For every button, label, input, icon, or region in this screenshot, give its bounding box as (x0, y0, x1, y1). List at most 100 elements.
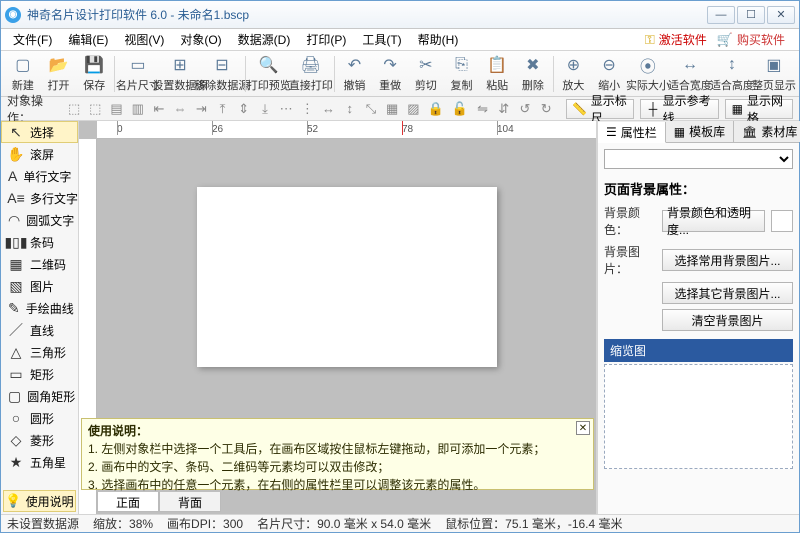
close-button[interactable]: ✕ (767, 6, 795, 24)
card-page[interactable] (197, 187, 497, 367)
op-dist-h-icon[interactable]: ⋯ (279, 100, 294, 118)
activate-link[interactable]: ⚿ 激活软件 (645, 31, 707, 48)
op-align-middle-icon[interactable]: ⇕ (236, 100, 251, 118)
tool-freehand[interactable]: ✎手绘曲线 (1, 297, 78, 319)
tb-fitw-button[interactable]: ↔适合宽度 (669, 53, 711, 95)
bgimg-common-button[interactable]: 选择常用背景图片... (662, 249, 793, 271)
canvas-viewport[interactable] (97, 139, 596, 414)
tb-paste-button[interactable]: 📋粘贴 (479, 53, 515, 95)
bgimg-clear-button[interactable]: 清空背景图片 (662, 309, 793, 331)
tool-line[interactable]: ／直线 (1, 319, 78, 341)
op-align-center-icon[interactable]: ⇔ (173, 100, 188, 118)
tool-star[interactable]: ★五角星 (1, 451, 78, 473)
tb-copy-button[interactable]: ⎘复制 (444, 53, 480, 95)
tb-delete-button[interactable]: ✖删除 (515, 53, 551, 95)
tb-undo-button[interactable]: ↶撤销 (337, 53, 373, 95)
help-note-line: 1. 左侧对象栏中选择一个工具后，在画布区域按住鼠标左键拖动，即可添加一个元素； (88, 440, 587, 458)
tb-zoomin-button[interactable]: ⊕ 放大 (556, 53, 592, 95)
tool-pan[interactable]: ✋滚屏 (1, 143, 78, 165)
menu-object[interactable]: 对象(O) (172, 29, 229, 50)
tool-rrect[interactable]: ▢圆角矩形 (1, 385, 78, 407)
zoomin-icon: ⊕ (563, 55, 583, 75)
help-button[interactable]: 💡 使用说明 (3, 490, 76, 512)
op-lock-icon[interactable]: 🔒 (427, 100, 445, 118)
tb-fitpage-button[interactable]: ▣整页显示 (753, 53, 795, 95)
tool-qrcode[interactable]: ▦二维码 (1, 253, 78, 275)
op-samewh-icon[interactable]: ⤡ (363, 100, 378, 118)
op-sameh-icon[interactable]: ↕ (342, 100, 357, 118)
tb-actual-label: 实际大小 (626, 77, 670, 93)
op-backward-icon[interactable]: ▥ (130, 100, 145, 118)
tool-circle[interactable]: ○圆形 (1, 407, 78, 429)
bgimg-label: 背景图片： (604, 243, 656, 277)
op-align-bottom-icon[interactable]: ⤓ (257, 100, 272, 118)
op-align-top-icon[interactable]: ⤒ (215, 100, 230, 118)
tool-rect[interactable]: ▭矩形 (1, 363, 78, 385)
tab-templates[interactable]: ▦模板库 (666, 121, 734, 142)
op-align-left-icon[interactable]: ⇤ (151, 100, 166, 118)
op-rotr-icon[interactable]: ↻ (539, 100, 554, 118)
toggle-ruler[interactable]: 📏显示标尺 (566, 99, 634, 119)
tool-diamond-label: 菱形 (30, 432, 54, 449)
tb-fith-button[interactable]: ↕适合高度 (711, 53, 753, 95)
tab-back[interactable]: 背面 (159, 492, 221, 512)
bulb-icon: 💡 (5, 493, 21, 509)
menu-datasource[interactable]: 数据源(D) (230, 29, 299, 50)
op-group-icon[interactable]: ▦ (385, 100, 400, 118)
tb-save-button[interactable]: 💾保存 (76, 53, 112, 95)
op-forward-icon[interactable]: ▤ (109, 100, 124, 118)
main-toolbar: ▢新建📂打开💾保存▭名片尺寸⊞设置数据源⊟移除数据源🔍打印预览🖨直接打印↶撤销↷… (1, 51, 799, 97)
op-samew-icon[interactable]: ↔ (321, 100, 336, 118)
bgcolor-button[interactable]: 背景颜色和透明度... (662, 210, 765, 232)
minimize-button[interactable]: — (707, 6, 735, 24)
tab-properties[interactable]: ☰属性栏 (598, 122, 666, 143)
tb-new-button[interactable]: ▢新建 (5, 53, 41, 95)
bgimg-other-button[interactable]: 选择其它背景图片... (662, 282, 793, 304)
thumbnail-header: 缩览图 (604, 339, 793, 362)
menu-print[interactable]: 打印(P) (298, 29, 354, 50)
tb-redo-button[interactable]: ↷重做 (372, 53, 408, 95)
tb-actual-button[interactable]: ⦿实际大小 (627, 53, 669, 95)
menu-view[interactable]: 视图(V) (116, 29, 172, 50)
tab-front[interactable]: 正面 (97, 492, 159, 512)
maximize-button[interactable]: ☐ (737, 6, 765, 24)
tool-arc[interactable]: ◠圆弧文字 (1, 209, 78, 231)
op-back-icon[interactable]: ⬚ (88, 100, 103, 118)
op-fliph-icon[interactable]: ⇋ (475, 100, 490, 118)
op-rotl-icon[interactable]: ↺ (517, 100, 532, 118)
op-flipv-icon[interactable]: ⇵ (496, 100, 511, 118)
tb-print-button[interactable]: 🖨直接打印 (290, 53, 332, 95)
tool-barcode[interactable]: ▮▯▮条码 (1, 231, 78, 253)
tool-image[interactable]: ▧图片 (1, 275, 78, 297)
op-front-icon[interactable]: ⬚ (67, 100, 82, 118)
tb-zoomout-button[interactable]: ⊖缩小 (591, 53, 627, 95)
op-ungroup-icon[interactable]: ▨ (406, 100, 421, 118)
menu-file[interactable]: 文件(F) (5, 29, 60, 50)
ruler-horizontal[interactable]: 0265278104 (97, 121, 596, 139)
help-note-close[interactable]: ✕ (576, 421, 590, 435)
menu-help[interactable]: 帮助(H) (410, 29, 467, 50)
tool-text1[interactable]: A单行文字 (1, 165, 78, 187)
bgcolor-swatch[interactable] (771, 210, 793, 232)
tab-assets[interactable]: 🏛素材库 (734, 121, 800, 142)
tb-rmds-button[interactable]: ⊟移除数据源 (201, 53, 243, 95)
tb-cut-button[interactable]: ✂剪切 (408, 53, 444, 95)
tool-textm[interactable]: A≡多行文字 (1, 187, 78, 209)
status-zoom: 缩放：38% (93, 515, 153, 532)
menu-tools[interactable]: 工具(T) (354, 29, 409, 50)
op-unlock-icon[interactable]: 🔓 (451, 100, 469, 118)
tb-open-button[interactable]: 📂打开 (41, 53, 77, 95)
tb-zoomin-label: 放大 (562, 77, 584, 93)
op-align-right-icon[interactable]: ⇥ (194, 100, 209, 118)
toggle-guides[interactable]: ┼显示参考线 (640, 99, 718, 119)
menu-edit[interactable]: 编辑(E) (60, 29, 116, 50)
toggle-grid[interactable]: ▦显示网格 (725, 99, 793, 119)
op-dist-v-icon[interactable]: ⋮ (300, 100, 315, 118)
tool-tri[interactable]: △三角形 (1, 341, 78, 363)
element-selector[interactable] (604, 149, 793, 169)
tool-select[interactable]: ↖选择 (1, 121, 78, 143)
tool-diamond[interactable]: ◇菱形 (1, 429, 78, 451)
tb-preview-button[interactable]: 🔍打印预览 (248, 53, 290, 95)
cart-icon: 🛒 (717, 32, 733, 48)
buy-link[interactable]: 🛒 购买软件 (717, 31, 785, 48)
